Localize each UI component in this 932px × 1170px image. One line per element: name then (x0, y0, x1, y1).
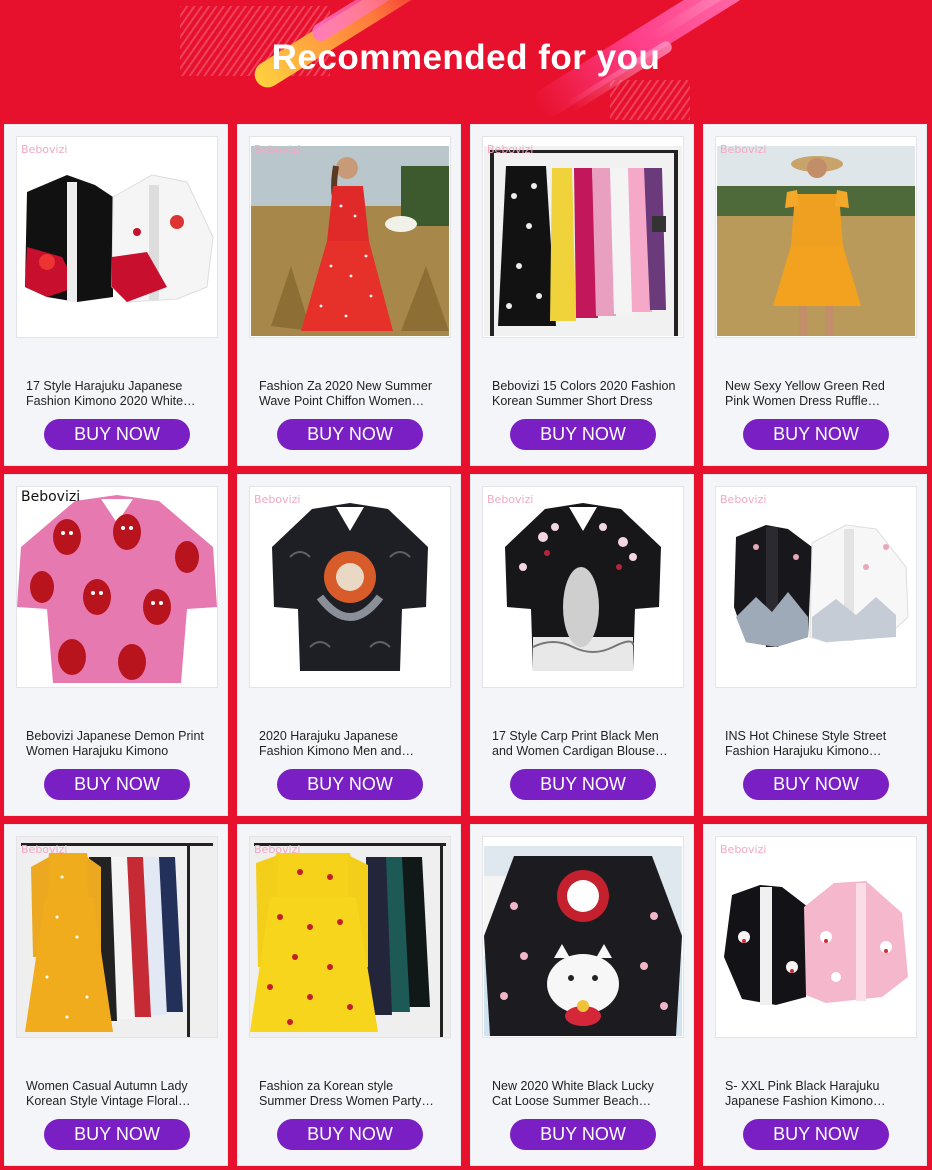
product-image-frame[interactable]: Bebovizi (715, 836, 917, 1038)
product-image-frame[interactable]: Bebovizi (482, 136, 684, 338)
product-card[interactable]: Bebovizi Fashion za Korean style Summer … (237, 824, 461, 1166)
product-image-frame[interactable]: Bebovizi (715, 136, 917, 338)
yellow-long-sleeve-dresses-icon (17, 837, 217, 1037)
product-card[interactable]: Bebovizi Fashion Za 2020 New Summer Wave… (237, 124, 461, 466)
brand-watermark: Bebovizi (720, 143, 767, 156)
product-title[interactable]: 2020 Harajuku Japanese Fashion Kimono Me… (259, 729, 443, 759)
product-card[interactable]: Bebovizi 17 Style Harajuku Japanese Fash… (4, 124, 228, 466)
buy-now-button[interactable]: BUY NOW (510, 769, 656, 800)
buy-now-button[interactable]: BUY NOW (277, 769, 423, 800)
product-card[interactable]: Bebovizi Women Casual Autumn Lady Korean… (4, 824, 228, 1166)
product-title[interactable]: Bebovizi Japanese Demon Print Women Hara… (26, 729, 210, 759)
buy-now-button[interactable]: BUY NOW (277, 1119, 423, 1150)
product-title[interactable]: New 2020 White Black Lucky Cat Loose Sum… (492, 1079, 676, 1109)
product-title[interactable]: 17 Style Carp Print Black Men and Women … (492, 729, 676, 759)
product-image-frame[interactable]: Bebovizi (16, 836, 218, 1038)
black-white-landscape-kimonos-icon (716, 487, 916, 687)
lucky-cat-kimono-icon (484, 846, 682, 1036)
product-card[interactable]: Bebovizi 17 Style Carp Print Black Men a… (470, 474, 694, 816)
buy-now-button[interactable]: BUY NOW (743, 419, 889, 450)
buy-now-button[interactable]: BUY NOW (44, 1119, 190, 1150)
product-image-frame[interactable]: Bebovizi (482, 486, 684, 688)
header-banner: Recommended for you (0, 0, 932, 124)
brand-watermark: Bebovizi (254, 843, 301, 856)
product-image-frame[interactable]: Bebovizi (249, 836, 451, 1038)
dresses-on-rack-icon (484, 146, 682, 336)
product-card[interactable]: New 2020 White Black Lucky Cat Loose Sum… (470, 824, 694, 1166)
product-card[interactable]: Bebovizi Bebovizi 15 Colors 2020 Fashion… (470, 124, 694, 466)
buy-now-button[interactable]: BUY NOW (44, 419, 190, 450)
pink-demon-kimono-icon (17, 487, 217, 687)
buy-now-button[interactable]: BUY NOW (510, 419, 656, 450)
yellow-ruffle-dress-icon (717, 146, 915, 336)
brand-watermark: Bebovizi (21, 143, 68, 156)
yellow-floral-dresses-icon (250, 837, 450, 1037)
product-card[interactable]: Bebovizi S- XXL Pink Black Harajuku Japa… (703, 824, 927, 1166)
buy-now-button[interactable]: BUY NOW (743, 1119, 889, 1150)
product-title[interactable]: S- XXL Pink Black Harajuku Japanese Fash… (725, 1079, 909, 1109)
product-image-frame[interactable]: Bebovizi (715, 486, 917, 688)
product-title[interactable]: Fashion Za 2020 New Summer Wave Point Ch… (259, 379, 443, 409)
decorative-hatch (610, 80, 690, 120)
product-card[interactable]: Bebovizi 2020 Harajuku Japanese Fashion … (237, 474, 461, 816)
red-polka-dot-dress-icon (251, 146, 449, 336)
brand-watermark: Bebovizi (720, 843, 767, 856)
product-grid: Bebovizi 17 Style Harajuku Japanese Fash… (4, 124, 928, 1166)
product-title[interactable]: New Sexy Yellow Green Red Pink Women Dre… (725, 379, 909, 409)
black-carp-kimono-icon (483, 487, 683, 687)
buy-now-button[interactable]: BUY NOW (510, 1119, 656, 1150)
brand-watermark: Bebovizi (720, 493, 767, 506)
brand-watermark: Bebovizi (487, 493, 534, 506)
product-image-frame[interactable] (482, 836, 684, 1038)
product-image-frame[interactable]: Bebovizi (16, 486, 218, 688)
page-title: Recommended for you (271, 38, 661, 77)
brand-watermark: Bebovizi (254, 143, 301, 156)
product-card[interactable]: Bebovizi New Sexy Yellow Green Red Pink … (703, 124, 927, 466)
product-card[interactable]: Bebovizi INS Hot Chinese Style Street Fa… (703, 474, 927, 816)
black-white-kimonos-icon (17, 137, 217, 337)
buy-now-button[interactable]: BUY NOW (743, 769, 889, 800)
buy-now-button[interactable]: BUY NOW (44, 769, 190, 800)
brand-watermark: Bebovizi (21, 843, 68, 856)
product-image-frame[interactable]: Bebovizi (249, 136, 451, 338)
product-image-frame[interactable]: Bebovizi (249, 486, 451, 688)
product-title[interactable]: INS Hot Chinese Style Street Fashion Har… (725, 729, 909, 759)
buy-now-button[interactable]: BUY NOW (277, 419, 423, 450)
product-title[interactable]: Women Casual Autumn Lady Korean Style Vi… (26, 1079, 210, 1109)
brand-watermark: Bebovizi (21, 489, 81, 505)
brand-watermark: Bebovizi (254, 493, 301, 506)
product-image-frame[interactable]: Bebovizi (16, 136, 218, 338)
product-card[interactable]: Bebovizi Bebovizi Japanese Demon Print W… (4, 474, 228, 816)
product-title[interactable]: Fashion za Korean style Summer Dress Wom… (259, 1079, 443, 1109)
product-title[interactable]: Bebovizi 15 Colors 2020 Fashion Korean S… (492, 379, 676, 409)
black-samurai-kimono-icon (250, 487, 450, 687)
pink-black-cat-kimonos-icon (716, 837, 916, 1037)
product-title[interactable]: 17 Style Harajuku Japanese Fashion Kimon… (26, 379, 210, 409)
brand-watermark: Bebovizi (487, 143, 534, 156)
